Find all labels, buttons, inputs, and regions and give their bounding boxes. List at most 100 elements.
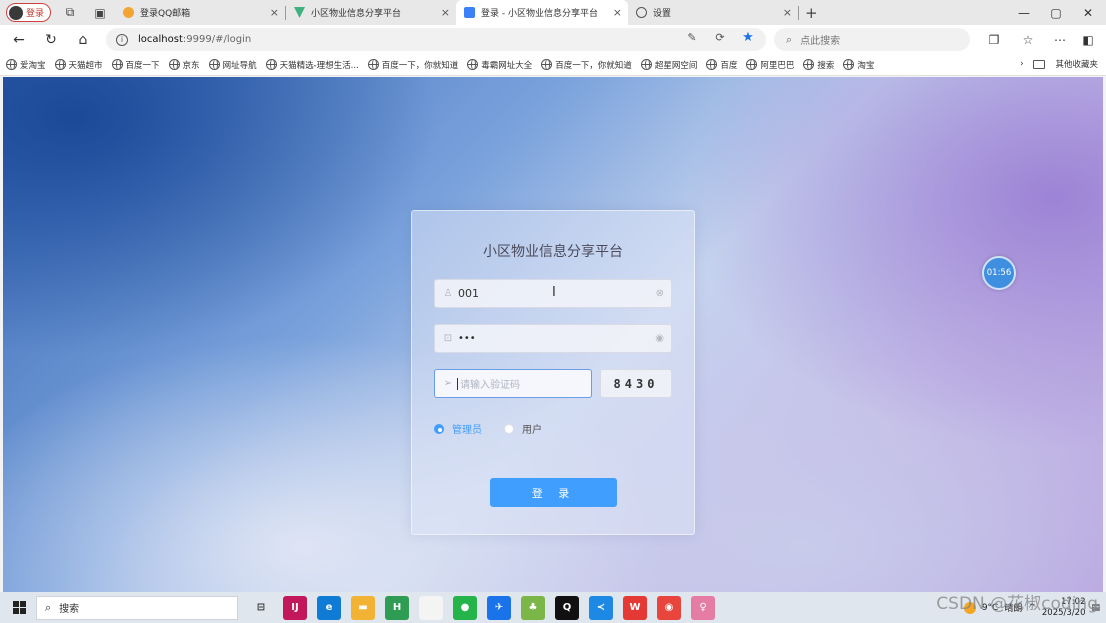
taskbar-app-vscode-icon[interactable]: ≺ (589, 595, 613, 620)
login-button[interactable]: 登 录 (490, 478, 617, 507)
bookmark-item[interactable]: 搜索 (803, 59, 834, 71)
eye-icon[interactable]: ◉ (655, 333, 664, 344)
page-background: 小区物业信息分享平台 ♙ 001 ⊗ I ⊡ ••• ◉ ➢ 请输入验证码 84… (3, 77, 1103, 592)
tab-settings[interactable]: 设置 × (628, 0, 798, 25)
taskbar-app-feishu-icon[interactable]: ✈ (487, 595, 511, 620)
taskbar-app-qq-icon[interactable]: Q (555, 595, 579, 620)
chevron-right-icon[interactable]: › (1020, 59, 1023, 69)
taskbar-app-hbuilder-icon[interactable]: H (385, 595, 409, 620)
bookmark-item[interactable]: 阿里巴巴 (746, 59, 794, 71)
page-title: 小区物业信息分享平台 (483, 244, 623, 260)
globe-icon (843, 59, 855, 70)
search-icon: ⌕ (45, 600, 52, 614)
more-menu-icon[interactable]: ⋯ (1050, 30, 1070, 50)
radio-label-admin[interactable]: 管理员 (452, 421, 482, 436)
watermark: CSDN @花椒coding (936, 594, 1098, 614)
globe-icon (541, 59, 553, 70)
globe-icon (54, 59, 66, 70)
favorite-star-icon[interactable]: ★ (740, 29, 756, 45)
globe-icon (265, 59, 277, 70)
tab-separator (798, 5, 800, 20)
tab-login-active[interactable]: 登录 - 小区物业信息分享平台 × (456, 0, 629, 25)
bookmark-item[interactable]: 超星网空间 (640, 59, 697, 71)
bookmark-item[interactable]: 天猫精选-理想生活... (265, 59, 359, 71)
close-icon[interactable]: × (613, 6, 622, 19)
favorites-icon[interactable]: ☆ (1018, 30, 1038, 50)
bookmark-item[interactable]: 百度一下 (111, 59, 160, 71)
browser-tab-strip: 登录 ⧉ ▣ 登录QQ邮箱 × 小区物业信息分享平台 × 登录 - 小区物业信息… (0, 0, 1106, 25)
taskbar-app-idea-icon[interactable]: IJ (283, 595, 307, 620)
bookmark-item[interactable]: 百度一下，你就知道 (367, 59, 458, 71)
globe-icon (746, 59, 758, 70)
bookmark-item[interactable]: 天猫超市 (54, 59, 103, 71)
page-favicon-icon (464, 7, 476, 18)
browser-toolbar: ← ↻ ⌂ i localhost:9999/#/login ✎ ⟳ ★ ⌕ 点… (0, 25, 1106, 54)
taskbar-apps: ⊟ IJ e ▬ H ● ✈ ♣ Q ≺ W ◉ ♀ (244, 595, 720, 620)
back-arrow-icon[interactable]: ← (8, 29, 30, 51)
extensions-icon[interactable]: ❐ (984, 30, 1004, 50)
taskbar-app-task-view-icon[interactable]: ⊟ (249, 595, 273, 620)
taskbar-app-user-app-icon[interactable]: ♀ (691, 595, 715, 620)
bookmark-item[interactable]: 淘宝 (843, 59, 874, 71)
taskbar-app-edge-icon[interactable]: e (317, 595, 341, 620)
taskbar-app-chrome-icon[interactable]: ◉ (657, 595, 681, 620)
close-window-button[interactable]: ✕ (1072, 0, 1104, 25)
start-button[interactable] (8, 597, 30, 619)
bookmark-item[interactable]: 京东 (168, 59, 200, 71)
sidebar-toggle-icon[interactable]: ◧ (1078, 30, 1098, 50)
minimize-button[interactable]: — (1008, 0, 1040, 25)
gear-icon (636, 7, 648, 18)
taskbar-app-explorer-icon[interactable]: ▬ (351, 595, 375, 620)
captcha-placeholder: 请输入验证码 (460, 380, 520, 391)
tab-actions-icon[interactable]: ▣ (89, 3, 111, 23)
restore-button[interactable]: ▢ (1040, 0, 1072, 25)
taskbar-app-notepad-icon[interactable] (419, 595, 443, 620)
profile-button[interactable]: 登录 (6, 3, 52, 22)
bookmark-item[interactable]: 百度 (706, 59, 737, 71)
taskbar-app-frog-icon[interactable]: ♣ (521, 595, 545, 620)
radio-admin[interactable] (434, 423, 444, 434)
other-bookmarks[interactable]: › 其他收藏夹 (1020, 58, 1098, 70)
password-field[interactable]: ⊡ ••• ◉ (434, 324, 672, 353)
home-icon[interactable]: ⌂ (72, 29, 94, 51)
workspaces-icon[interactable]: ⧉ (59, 3, 81, 23)
other-bookmarks-label: 其他收藏夹 (1055, 60, 1098, 70)
clear-icon[interactable]: ⊗ (656, 288, 664, 299)
search-placeholder: 点此搜索 (800, 36, 841, 47)
taskbar-search[interactable]: ⌕ 搜索 (36, 595, 238, 620)
globe-icon (803, 59, 815, 70)
timer-badge[interactable]: 01:56 (982, 256, 1016, 290)
tab-title: 登录 - 小区物业信息分享平台 (481, 9, 598, 19)
new-tab-button[interactable]: + (805, 4, 818, 22)
avatar (9, 5, 23, 20)
close-icon[interactable]: × (441, 6, 450, 19)
taskbar-app-wps-icon[interactable]: W (623, 595, 647, 620)
taskbar-search-label: 搜索 (59, 604, 80, 615)
close-icon[interactable]: × (783, 6, 792, 19)
tab-title: 小区物业信息分享平台 (311, 9, 402, 19)
login-card: 小区物业信息分享平台 ♙ 001 ⊗ I ⊡ ••• ◉ ➢ 请输入验证码 84… (411, 210, 695, 535)
globe-icon (706, 59, 718, 70)
globe-icon (6, 59, 17, 70)
bookmark-item[interactable]: 网址导航 (208, 59, 257, 71)
tab-title: 设置 (653, 9, 672, 19)
close-icon[interactable]: × (270, 6, 279, 19)
address-bar[interactable]: i localhost:9999/#/login (106, 28, 766, 51)
pen-icon[interactable]: ✎ (684, 29, 700, 45)
bookmark-item[interactable]: 爱淘宝 (6, 59, 46, 71)
captcha-input[interactable]: ➢ 请输入验证码 (434, 369, 592, 398)
globe-icon (467, 59, 479, 70)
radio-user[interactable] (504, 423, 514, 434)
search-input[interactable]: ⌕ 点此搜索 (774, 28, 970, 51)
taskbar-app-wechat-icon[interactable]: ● (453, 595, 477, 620)
refresh-page-icon[interactable]: ⟳ (712, 29, 728, 45)
reload-icon[interactable]: ↻ (40, 29, 62, 51)
tab-qq-mail[interactable]: 登录QQ邮箱 × (115, 0, 285, 25)
radio-label-user[interactable]: 用户 (522, 421, 542, 436)
globe-icon (367, 59, 379, 70)
captcha-code[interactable]: 8430 (600, 369, 672, 398)
site-info-icon[interactable]: i (116, 33, 128, 46)
tab-platform[interactable]: 小区物业信息分享平台 × (286, 0, 456, 25)
bookmark-item[interactable]: 百度一下，你就知道 (541, 59, 632, 71)
bookmark-item[interactable]: 毒霸网址大全 (467, 59, 532, 71)
